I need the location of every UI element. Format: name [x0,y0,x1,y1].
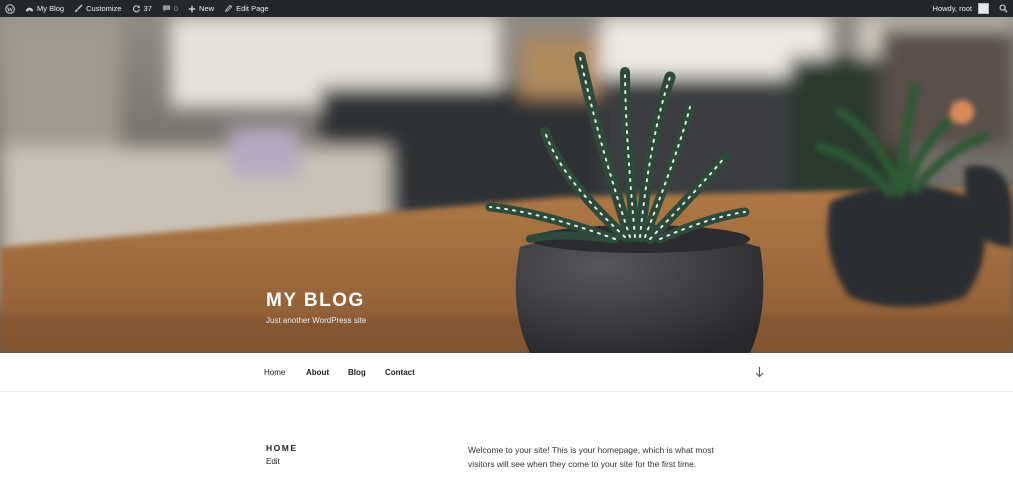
nav-item-about[interactable]: About [306,368,329,377]
pencil-icon [225,4,233,12]
search-icon [999,4,1008,13]
howdy-label: Howdy, root [932,4,972,13]
site-header: MY BLOG Just another WordPress site [0,17,1013,353]
site-description: Just another WordPress site [266,316,367,325]
arrow-down-icon[interactable] [754,366,765,378]
svg-text:W: W [7,6,14,13]
paintbrush-icon [74,4,83,13]
nav-item-contact[interactable]: Contact [385,368,415,377]
new-content-menu[interactable]: New [183,0,219,17]
wp-logo-menu[interactable]: W [0,0,20,17]
customize-label: Customize [86,4,122,13]
customize-link[interactable]: Customize [69,0,126,17]
nav-item-blog[interactable]: Blog [348,368,366,377]
nav-item-home[interactable]: Home [264,368,285,377]
plus-icon [188,5,196,12]
new-label: New [199,4,215,13]
main-navigation: Home About Blog Contact [0,353,1013,392]
comments-link[interactable]: 0 [157,0,183,17]
site-name-menu[interactable]: My Blog [20,0,69,17]
updates-icon [132,5,140,13]
page-title: HOME [266,443,298,453]
comment-icon [162,5,170,12]
search-toggle[interactable] [994,0,1013,17]
edit-page-label: Edit Page [236,4,269,13]
updates-link[interactable]: 37 [127,0,157,17]
updates-count: 37 [143,4,152,13]
wordpress-icon: W [5,3,15,14]
site-title[interactable]: MY BLOG [266,290,365,312]
my-account-menu[interactable]: Howdy, root [928,0,994,17]
site-name-label: My Blog [37,4,65,13]
page-content: Welcome to your site! This is your homep… [468,445,714,469]
dashboard-icon [25,7,34,12]
avatar [978,3,989,14]
comments-count: 0 [173,4,179,13]
admin-bar: W My Blog Customize 37 0 New Edit Page H [0,0,1013,17]
edit-link[interactable]: Edit [266,457,280,466]
header-image [0,17,1013,353]
edit-page-link[interactable]: Edit Page [219,0,274,17]
